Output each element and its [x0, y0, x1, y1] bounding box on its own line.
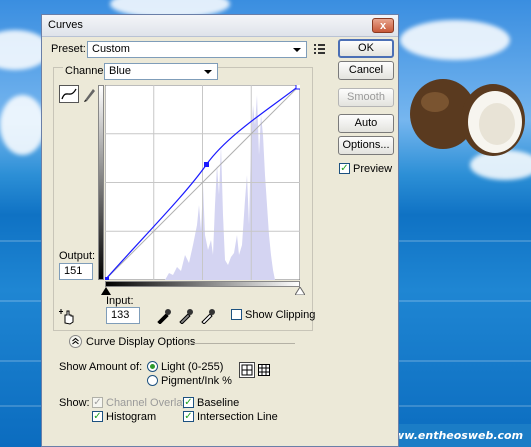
show-amount-label: Show Amount of: — [59, 361, 143, 373]
input-field[interactable]: 133 — [106, 307, 140, 324]
pencil-tool-icon[interactable] — [82, 86, 96, 102]
grid-10x10-icon[interactable] — [258, 364, 270, 376]
preset-label: Preset: — [51, 43, 86, 55]
show-label: Show: — [59, 397, 90, 409]
preview-label: Preview — [353, 163, 393, 175]
smooth-button[interactable]: Smooth — [338, 88, 394, 107]
pigment-radio[interactable] — [147, 375, 158, 386]
preview-checkbox[interactable]: ✓ — [339, 163, 350, 174]
show-clipping-checkbox[interactable] — [231, 309, 242, 320]
input-label: Input: — [106, 295, 134, 307]
watermark: www.entheosweb.com — [376, 424, 531, 447]
channel-overlays-label: Channel Overlays — [106, 397, 194, 409]
simple-grid-button[interactable] — [239, 362, 255, 378]
black-point-slider[interactable] — [101, 287, 111, 295]
intersection-line-label: Intersection Line — [197, 411, 278, 423]
preset-dropdown[interactable]: Custom — [87, 41, 307, 58]
output-gradient-bar — [98, 85, 104, 280]
curve-point-start[interactable] — [105, 277, 109, 280]
light-radio[interactable] — [147, 361, 158, 372]
grid-4x4-icon — [241, 364, 253, 376]
gray-eyedropper-icon[interactable] — [178, 308, 194, 324]
title-bar: Curves x — [42, 15, 398, 37]
cloud — [0, 95, 45, 155]
coconut-image — [410, 79, 525, 156]
options-button[interactable]: Options... — [338, 136, 394, 155]
channel-dropdown[interactable]: Blue — [104, 63, 218, 80]
preset-options-icon[interactable] — [314, 43, 326, 55]
auto-button[interactable]: Auto — [338, 114, 394, 133]
ok-button[interactable]: OK — [338, 39, 394, 58]
collapse-chevron-icon[interactable] — [69, 335, 82, 348]
output-label: Output: — [59, 250, 96, 262]
curve-tool-icon — [61, 88, 77, 100]
cancel-button[interactable]: Cancel — [338, 61, 394, 80]
baseline-label: Baseline — [197, 397, 240, 409]
channel-overlays-checkbox[interactable]: ✓ — [92, 397, 103, 408]
light-radio-label: Light (0-255) — [161, 361, 224, 373]
cloud — [400, 20, 510, 60]
curve-tool-button[interactable] — [59, 85, 79, 103]
close-button[interactable]: x — [372, 18, 394, 33]
chevron-down-icon — [204, 70, 212, 74]
black-eyedropper-icon[interactable] — [156, 308, 172, 324]
hand-adjust-icon[interactable] — [59, 307, 77, 325]
intersection-line-checkbox[interactable]: ✓ — [183, 411, 194, 422]
chevron-down-icon — [293, 48, 301, 52]
curve-point-end[interactable] — [295, 85, 300, 90]
curves-dialog: Curves x Preset: Custom Channel: Blue Ou… — [41, 14, 399, 447]
output-field[interactable]: 151 — [59, 263, 93, 280]
channel-value: Blue — [109, 65, 132, 77]
divider — [187, 343, 295, 344]
curve-point-selected[interactable] — [204, 162, 209, 167]
input-gradient-bar — [105, 281, 300, 287]
histogram-checkbox[interactable]: ✓ — [92, 411, 103, 422]
white-eyedropper-icon[interactable] — [200, 308, 216, 324]
preset-value: Custom — [92, 43, 130, 55]
pigment-radio-label: Pigment/Ink % — [161, 375, 232, 387]
white-point-slider[interactable] — [295, 287, 305, 295]
window-title: Curves — [48, 19, 83, 31]
display-options-header: Curve Display Options — [86, 336, 196, 348]
histogram-label: Histogram — [106, 411, 157, 423]
baseline-checkbox[interactable]: ✓ — [183, 397, 194, 408]
show-clipping-label: Show Clipping — [245, 309, 316, 321]
curve-graph[interactable] — [105, 85, 300, 280]
